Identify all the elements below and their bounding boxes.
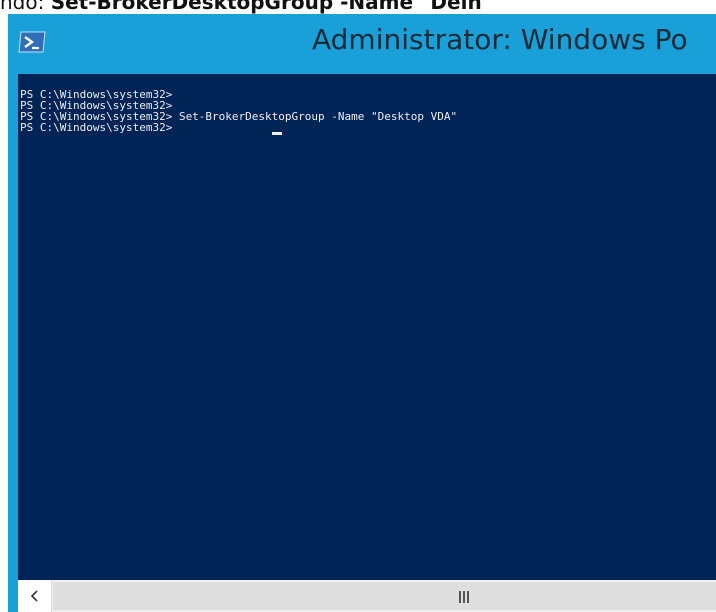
window-title: Administrator: Windows Po [312, 23, 688, 56]
screenshot-page: ndo: Set-BrokerDesktopGroup -Name "Delh … [0, 0, 716, 612]
horizontal-scrollbar[interactable] [18, 580, 716, 612]
caption-prefix: ndo: [0, 0, 51, 14]
console-line: PS C:\Windows\system32> [20, 121, 179, 134]
chevron-left-icon [30, 590, 38, 602]
grip-icon [459, 591, 469, 603]
title-bar[interactable]: Administrator: Windows Po [8, 14, 716, 74]
powershell-window: Administrator: Windows Po PS C:\Windows\… [8, 14, 716, 612]
text-cursor [272, 132, 282, 135]
caption-command: Set-BrokerDesktopGroup -Name "Delh [50, 0, 482, 14]
scroll-left-button[interactable] [18, 580, 52, 612]
scrollbar-thumb[interactable] [53, 582, 716, 610]
document-caption: ndo: Set-BrokerDesktopGroup -Name "Delh [0, 0, 482, 13]
powershell-icon[interactable] [18, 31, 46, 53]
console-output[interactable]: PS C:\Windows\system32> PS C:\Windows\sy… [18, 74, 716, 580]
